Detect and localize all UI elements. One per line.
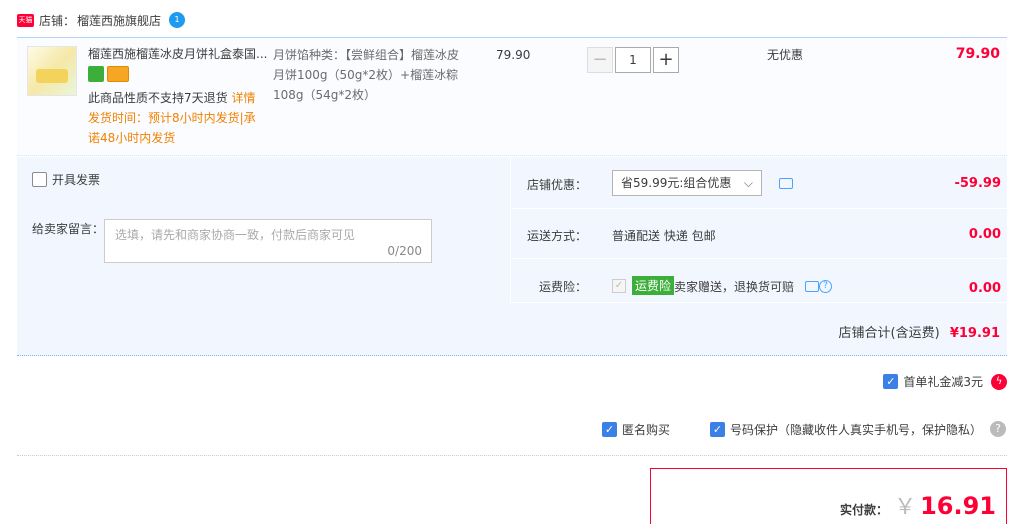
pay-row: 实付款： ￥ 16.91 — [840, 489, 996, 521]
first-order-gift[interactable]: ✓ 首单礼金减3元 ϟ — [883, 373, 1007, 390]
qty-input[interactable]: 1 — [615, 47, 651, 73]
message-placeholder: 选填，请先和商家协商一致，付款后商家可见 — [115, 228, 356, 242]
shipping-amount: 0.00 — [968, 227, 1001, 242]
first-gift-checkbox[interactable]: ✓ — [883, 374, 899, 389]
invoice-checkbox-box[interactable] — [32, 172, 47, 187]
insurance-text: 卖家赠送，退换货可赔 — [674, 280, 795, 294]
shop-label: 店铺： — [39, 13, 76, 28]
qty-minus-button[interactable]: − — [587, 47, 613, 73]
insurance-tag: 运费险 — [632, 276, 675, 295]
order-options: 开具发票 给卖家留言： 选填，请先和商家协商一致，付款后商家可见 0/200 店… — [17, 157, 1007, 356]
guarantee-icon[interactable] — [88, 66, 104, 82]
chat-icon[interactable] — [805, 281, 819, 292]
unit-price: 79.90 — [496, 48, 531, 62]
lightning-icon: ϟ — [991, 373, 1007, 390]
phone-protection[interactable]: ✓ 号码保护（隐藏收件人真实手机号，保护隐私） — [710, 421, 982, 438]
chat-seller-icon[interactable]: 1 — [169, 12, 186, 28]
shop-name-link[interactable]: 榴莲西施旗舰店 — [77, 12, 161, 29]
insurance-amount: 0.00 — [968, 281, 1001, 296]
pay-label: 实付款： — [840, 503, 889, 517]
help-icon[interactable]: ? — [990, 421, 1006, 437]
ship-time-text: 发货时间：预计8小时内发货|承诺48小时内发货 — [88, 111, 256, 145]
question-icon[interactable]: ? — [819, 280, 832, 293]
chevron-down-icon: ⌵ — [743, 176, 753, 190]
shop-total-label: 店铺合计(含运费) — [838, 326, 940, 341]
pay-amount: 16.91 — [920, 492, 996, 520]
phone-protect-checkbox[interactable]: ✓ — [710, 422, 725, 437]
insurance-row: 运费险： ✓ 运费险 卖家赠送，退换货可赔 ? 0.00 — [512, 259, 1007, 303]
item-promo: 无优惠 — [767, 48, 804, 62]
payment-summary: 实付款： ￥ 16.91 — [650, 468, 1007, 524]
options-left: 开具发票 给卖家留言： 选填，请先和商家协商一致，付款后商家可见 0/200 — [17, 157, 511, 303]
first-gift-label: 首单礼金减3元 — [903, 375, 983, 389]
product-title-link[interactable]: 榴莲西施榴莲冰皮月饼礼盒泰国... — [88, 45, 268, 63]
shop-discount-select[interactable]: 省59.99元:组合优惠 ⌵ — [612, 170, 762, 196]
chat-icon[interactable] — [779, 178, 793, 189]
shop-discount-value: 省59.99元:组合优惠 — [621, 176, 732, 190]
insurance-label: 运费险： — [538, 280, 587, 294]
message-char-count: 0/200 — [387, 244, 422, 258]
invoice-label: 开具发票 — [52, 173, 101, 187]
return-note: 此商品性质不支持7天退货 详情 — [88, 88, 255, 108]
quantity-stepper: − 1 + — [587, 47, 679, 73]
product-thumbnail[interactable] — [27, 46, 77, 96]
anonymous-label: 匿名购买 — [622, 423, 671, 437]
item-subtotal: 79.90 — [955, 46, 1000, 62]
shop-discount-amount: -59.99 — [954, 176, 1001, 191]
divider — [17, 455, 1007, 456]
invoice-checkbox[interactable]: 开具发票 — [32, 171, 100, 188]
shop-discount-label: 店铺优惠： — [526, 178, 587, 192]
shipping-value: 普通配送 快递 包邮 — [612, 229, 716, 243]
qty-plus-button[interactable]: + — [653, 47, 679, 73]
sku-text: 月饼馅种类：【尝鲜组合】榴莲冰皮月饼100g（50g*2枚）+榴莲冰粽108g（… — [273, 48, 460, 102]
shipping-row: 运送方式： 普通配送 快递 包邮 0.00 — [512, 209, 1007, 259]
service-icons — [88, 66, 129, 82]
tmall-icon: 天猫 — [17, 13, 34, 27]
return-policy-text: 此商品性质不支持7天退货 — [88, 91, 228, 105]
anonymous-checkbox[interactable]: ✓ — [602, 422, 617, 437]
pay-currency: ￥ — [894, 495, 917, 520]
detail-link[interactable]: 详情 — [231, 91, 255, 105]
shop-header: 天猫 店铺： 榴莲西施旗舰店 1 — [17, 10, 186, 30]
shop-total-value: ¥19.91 — [949, 326, 1000, 341]
anonymous-purchase[interactable]: ✓ 匿名购买 — [602, 421, 670, 438]
insurance-checkbox: ✓ — [612, 279, 626, 293]
message-label: 给卖家留言： — [32, 222, 105, 236]
seller-message-input[interactable]: 选填，请先和商家协商一致，付款后商家可见 0/200 — [104, 219, 432, 263]
shop-discount-row: 店铺优惠： 省59.99元:组合优惠 ⌵ -59.99 — [512, 157, 1007, 209]
phone-protect-label: 号码保护（隐藏收件人真实手机号，保护隐私） — [730, 423, 983, 437]
shop-total: 店铺合计(含运费) ¥19.91 — [839, 322, 1000, 341]
credit-card-icon[interactable] — [107, 66, 129, 82]
shipping-label: 运送方式： — [526, 229, 587, 243]
order-item-row: 榴莲西施榴莲冰皮月饼礼盒泰国... 此商品性质不支持7天退货 详情 发货时间：预… — [17, 37, 1007, 156]
